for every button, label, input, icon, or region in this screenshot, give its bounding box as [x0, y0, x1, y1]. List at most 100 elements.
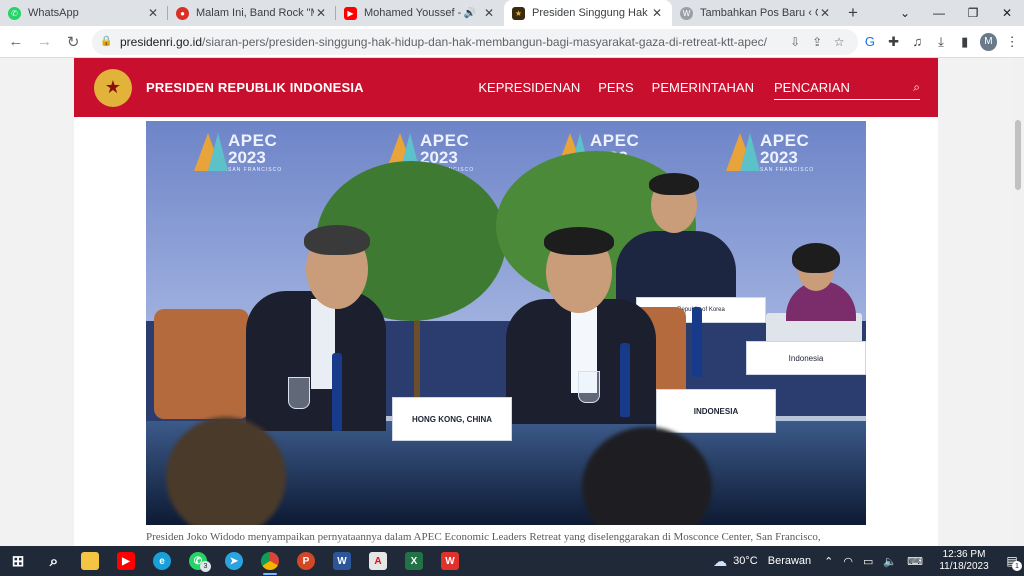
taskbar-whatsapp[interactable]: ✆ 3: [180, 546, 216, 576]
water-bottle: [692, 307, 702, 377]
chrome-icon: [261, 552, 279, 570]
system-tray: ⌃ ◠ ▭ 🔈 ⌨: [819, 555, 928, 568]
profile-avatar[interactable]: M: [979, 32, 998, 51]
restore-button[interactable]: ❐: [956, 0, 990, 26]
taskbar-youtube[interactable]: ▶: [108, 546, 144, 576]
show-hidden-icons-chevron-icon[interactable]: ⌃: [824, 555, 833, 568]
taskbar-chrome[interactable]: [252, 546, 288, 576]
menu-kebab-icon[interactable]: ⋮: [1000, 30, 1024, 54]
close-tab-icon[interactable]: ✕: [146, 6, 160, 20]
back-button[interactable]: ←: [3, 29, 29, 55]
wps-office-icon: W: [441, 552, 459, 570]
extensions-puzzle-icon[interactable]: ✚: [882, 30, 906, 54]
word-icon: W: [333, 552, 351, 570]
search-icon: ⌕: [49, 552, 59, 570]
site-search-input[interactable]: PENCARIAN ⌕: [774, 76, 920, 100]
taskbar-search-button[interactable]: ⌕: [36, 546, 72, 576]
placard-indonesia: INDONESIA: [656, 389, 776, 433]
minimize-button[interactable]: —: [922, 0, 956, 26]
bookmark-star-icon[interactable]: ☆: [828, 35, 850, 49]
main-nav: KEPRESIDENAN PERS PEMERINTAHAN PENCARIAN…: [460, 58, 938, 117]
url-host: presidenri.go.id: [119, 34, 203, 49]
new-tab-button[interactable]: +: [840, 0, 866, 26]
tab-wordpress[interactable]: W Tambahkan Pos Baru ‹ Orine ✕: [672, 0, 840, 26]
taskbar-clock[interactable]: 12:36 PM 11/18/2023: [934, 549, 994, 573]
keyboard-icon[interactable]: ⌨: [907, 555, 923, 568]
close-tab-icon[interactable]: ✕: [818, 6, 832, 20]
article-content: APEC 2023 SAN FRANCISCO APEC 2023 SAN FR…: [74, 117, 938, 546]
water-glass: [288, 377, 310, 409]
site-info-icon[interactable]: 🔒: [100, 36, 114, 47]
clock-date: 11/18/2023: [939, 561, 989, 572]
article-photo: APEC 2023 SAN FRANCISCO APEC 2023 SAN FR…: [146, 121, 866, 525]
telegram-icon: ➤: [225, 552, 243, 570]
nav-item-kepresidenan[interactable]: KEPRESIDENAN: [478, 80, 580, 95]
nav-item-pemerintahan[interactable]: PEMERINTAHAN: [652, 80, 754, 95]
close-tab-icon[interactable]: ✕: [314, 6, 328, 20]
wifi-icon[interactable]: ◠: [843, 555, 853, 568]
page-scrollbar[interactable]: [1012, 58, 1024, 546]
tab-presiden[interactable]: ★ Presiden Singgung Hak Hidu ✕: [504, 0, 672, 26]
clock-time: 12:36 PM: [942, 549, 986, 560]
taskbar-powerpoint[interactable]: P: [288, 546, 324, 576]
start-button[interactable]: ⊞: [0, 546, 36, 576]
wordpress-icon: W: [680, 6, 693, 20]
translate-extension-icon[interactable]: G: [858, 30, 882, 54]
speaker-icon[interactable]: 🔊: [464, 8, 476, 19]
weather-widget[interactable]: ☁ 30°C Berawan: [713, 553, 811, 570]
forward-button[interactable]: →: [32, 29, 58, 55]
browser-toolbar: ← → ↻ 🔒 presidenri.go.id /siaran-pers/pr…: [0, 26, 1024, 58]
water-bottle: [620, 343, 630, 417]
side-panel-icon[interactable]: ▮: [953, 30, 977, 54]
tab-news[interactable]: ● Malam Ini, Band Rock "Metal ✕: [168, 0, 336, 26]
taskbar-acrobat[interactable]: A: [360, 546, 396, 576]
scrollbar-thumb[interactable]: [1015, 120, 1021, 190]
site-name[interactable]: PRESIDEN REPUBLIK INDONESIA: [146, 80, 364, 95]
notification-center-button[interactable]: ▤ 1: [1000, 546, 1024, 576]
garuda-emblem-icon[interactable]: ★: [94, 68, 132, 107]
downloads-icon[interactable]: ⤓: [929, 30, 953, 54]
taskbar-wps[interactable]: W: [432, 546, 468, 576]
tab-title: Presiden Singgung Hak Hidu: [532, 7, 650, 19]
close-tab-icon[interactable]: ✕: [650, 6, 664, 20]
media-controls-icon[interactable]: ♫: [905, 30, 929, 54]
taskbar-word[interactable]: W: [324, 546, 360, 576]
whatsapp-badge: 3: [200, 561, 211, 572]
battery-icon[interactable]: ▭: [863, 555, 873, 568]
taskbar-telegram[interactable]: ➤: [216, 546, 252, 576]
tab-search-icon[interactable]: ⌄: [888, 0, 922, 26]
placard-indonesia-rear: Indonesia: [746, 341, 866, 375]
excel-icon: X: [405, 552, 423, 570]
apec-banner: APEC 2023 SAN FRANCISCO: [726, 127, 846, 177]
tab-youtube[interactable]: ▶ Mohamed Youssef - Bes 🔊 ✕: [336, 0, 504, 26]
chair: [154, 309, 249, 419]
whatsapp-icon: ✆: [8, 6, 21, 20]
taskbar-edge[interactable]: e: [144, 546, 180, 576]
water-bottle: [332, 353, 342, 431]
volume-icon[interactable]: 🔈: [883, 555, 897, 568]
powerpoint-icon: P: [297, 552, 315, 570]
reload-button[interactable]: ↻: [60, 29, 86, 55]
url-path: /siaran-pers/presiden-singgung-hak-hidup…: [202, 34, 767, 49]
search-icon[interactable]: ⌕: [913, 80, 920, 95]
tab-whatsapp[interactable]: ✆ WhatsApp ✕: [0, 0, 168, 26]
tab-strip: ✆ WhatsApp ✕ ● Malam Ini, Band Rock "Met…: [0, 0, 1024, 26]
share-icon[interactable]: ⇪: [806, 35, 828, 49]
install-app-icon[interactable]: ⇩: [784, 35, 806, 49]
foreground-head: [166, 417, 286, 525]
taskbar-file-explorer[interactable]: [72, 546, 108, 576]
nav-item-pers[interactable]: PERS: [598, 80, 633, 95]
weather-condition: Berawan: [767, 555, 812, 567]
photo-caption: Presiden Joko Widodo menyampaikan pernya…: [146, 531, 821, 543]
tab-title: WhatsApp: [28, 7, 79, 19]
water-glass: [578, 371, 600, 403]
taskbar-excel[interactable]: X: [396, 546, 432, 576]
tab-title: Tambahkan Pos Baru ‹ Orine: [700, 7, 818, 19]
windows-taskbar: ⊞ ⌕ ▶ e ✆ 3 ➤ P W A X W ☁ 30°C Berawan ⌃…: [0, 546, 1024, 576]
garuda-icon: ★: [512, 6, 525, 20]
windows-logo-icon: ⊞: [11, 553, 25, 570]
cloud-icon: ☁: [713, 552, 728, 569]
close-tab-icon[interactable]: ✕: [482, 6, 496, 20]
address-bar[interactable]: 🔒 presidenri.go.id /siaran-pers/presiden…: [91, 28, 859, 55]
close-window-button[interactable]: ✕: [990, 0, 1024, 26]
